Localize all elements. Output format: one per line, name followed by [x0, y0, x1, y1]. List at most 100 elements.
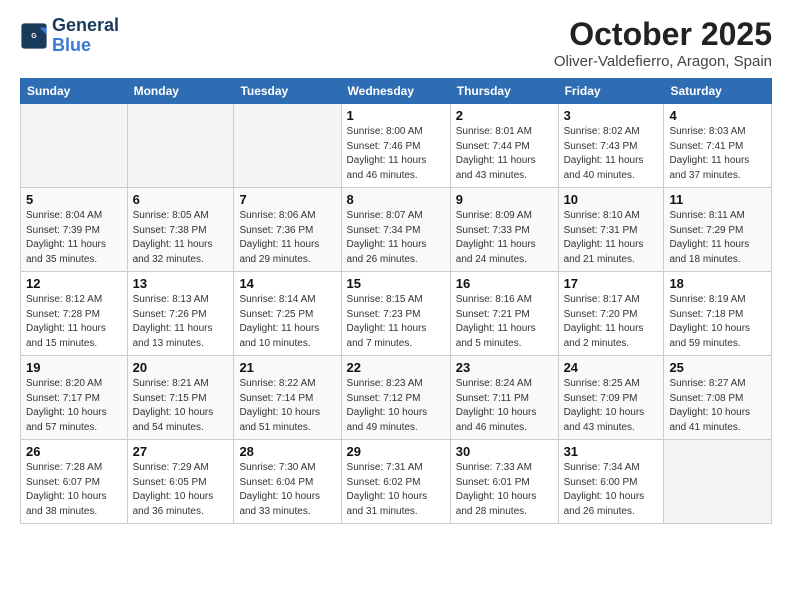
day-number: 21 [239, 360, 335, 375]
calendar-week-row: 19 Sunrise: 8:20 AM Sunset: 7:17 PM Dayli… [21, 356, 772, 440]
calendar-cell: 2 Sunrise: 8:01 AM Sunset: 7:44 PM Daylig… [450, 104, 558, 188]
day-info: Sunrise: 8:12 AM Sunset: 7:28 PM Dayligh… [26, 293, 122, 351]
day-number: 18 [669, 276, 766, 291]
day-info: Sunrise: 7:30 AM Sunset: 6:04 PM Dayligh… [239, 461, 335, 519]
day-number: 17 [564, 276, 659, 291]
day-number: 8 [347, 192, 445, 207]
weekday-header: Tuesday [234, 79, 341, 104]
day-info: Sunrise: 8:06 AM Sunset: 7:36 PM Dayligh… [239, 209, 335, 267]
weekday-header: Thursday [450, 79, 558, 104]
calendar-cell [127, 104, 234, 188]
day-info: Sunrise: 7:31 AM Sunset: 6:02 PM Dayligh… [347, 461, 445, 519]
day-info: Sunrise: 7:29 AM Sunset: 6:05 PM Dayligh… [133, 461, 229, 519]
day-number: 12 [26, 276, 122, 291]
weekday-header: Monday [127, 79, 234, 104]
calendar-cell: 18Sunrise: 8:19 AM Sunset: 7:18 PM Dayli… [664, 272, 772, 356]
weekday-header: Saturday [664, 79, 772, 104]
day-info: Sunrise: 8:16 AM Sunset: 7:21 PM Dayligh… [456, 293, 553, 351]
calendar-cell: 21 Sunrise: 8:22 AM Sunset: 7:14 PM Dayli… [234, 356, 341, 440]
day-info: Sunrise: 8:00 AM Sunset: 7:46 PM Dayligh… [347, 125, 445, 183]
weekday-header: Friday [558, 79, 664, 104]
day-number: 26 [26, 444, 122, 459]
day-info: Sunrise: 8:13 AM Sunset: 7:26 PM Dayligh… [133, 293, 229, 351]
day-info: Sunrise: 8:17 AM Sunset: 7:20 PM Dayligh… [564, 293, 659, 351]
day-info: Sunrise: 8:01 AM Sunset: 7:44 PM Dayligh… [456, 125, 553, 183]
day-number: 1 [347, 108, 445, 123]
day-info: Sunrise: 8:05 AM Sunset: 7:38 PM Dayligh… [133, 209, 229, 267]
day-number: 6 [133, 192, 229, 207]
calendar-cell: 4 Sunrise: 8:03 AM Sunset: 7:41 PM Daylig… [664, 104, 772, 188]
calendar-cell: 12 Sunrise: 8:12 AM Sunset: 7:28 PM Dayli… [21, 272, 128, 356]
calendar-cell: 17 Sunrise: 8:17 AM Sunset: 7:20 PM Dayli… [558, 272, 664, 356]
day-number: 11 [669, 192, 766, 207]
calendar-week-row: 26 Sunrise: 7:28 AM Sunset: 6:07 PM Dayli… [21, 440, 772, 524]
day-number: 24 [564, 360, 659, 375]
calendar-cell: 9 Sunrise: 8:09 AM Sunset: 7:33 PM Daylig… [450, 188, 558, 272]
day-number: 13 [133, 276, 229, 291]
day-info: Sunrise: 7:28 AM Sunset: 6:07 PM Dayligh… [26, 461, 122, 519]
day-number: 19 [26, 360, 122, 375]
day-info: Sunrise: 8:09 AM Sunset: 7:33 PM Dayligh… [456, 209, 553, 267]
day-number: 3 [564, 108, 659, 123]
calendar-cell: 29 Sunrise: 7:31 AM Sunset: 6:02 PM Dayli… [341, 440, 450, 524]
day-info: Sunrise: 8:22 AM Sunset: 7:14 PM Dayligh… [239, 377, 335, 435]
day-info: Sunrise: 8:15 AM Sunset: 7:23 PM Dayligh… [347, 293, 445, 351]
calendar-cell: 30Sunrise: 7:33 AM Sunset: 6:01 PM Dayli… [450, 440, 558, 524]
day-number: 4 [669, 108, 766, 123]
calendar-cell: 5 Sunrise: 8:04 AM Sunset: 7:39 PM Daylig… [21, 188, 128, 272]
calendar-week-row: 5 Sunrise: 8:04 AM Sunset: 7:39 PM Daylig… [21, 188, 772, 272]
day-info: Sunrise: 7:34 AM Sunset: 6:00 PM Dayligh… [564, 461, 659, 519]
day-info: Sunrise: 8:24 AM Sunset: 7:11 PM Dayligh… [456, 377, 553, 435]
logo-icon: G [20, 22, 48, 50]
main-container: G General Blue October 2025 Oliver-Valde… [0, 0, 792, 534]
day-number: 28 [239, 444, 335, 459]
day-number: 20 [133, 360, 229, 375]
calendar-week-row: 12 Sunrise: 8:12 AM Sunset: 7:28 PM Dayli… [21, 272, 772, 356]
calendar-cell: 16Sunrise: 8:16 AM Sunset: 7:21 PM Dayli… [450, 272, 558, 356]
calendar-cell: 25 Sunrise: 8:27 AM Sunset: 7:08 PM Dayli… [664, 356, 772, 440]
calendar-cell: 13 Sunrise: 8:13 AM Sunset: 7:26 PM Dayli… [127, 272, 234, 356]
day-info: Sunrise: 8:11 AM Sunset: 7:29 PM Dayligh… [669, 209, 766, 267]
calendar-cell: 23 Sunrise: 8:24 AM Sunset: 7:11 PM Dayli… [450, 356, 558, 440]
svg-text:G: G [31, 33, 37, 40]
calendar-cell [21, 104, 128, 188]
day-info: Sunrise: 8:07 AM Sunset: 7:34 PM Dayligh… [347, 209, 445, 267]
calendar-cell: 6 Sunrise: 8:05 AM Sunset: 7:38 PM Daylig… [127, 188, 234, 272]
day-number: 27 [133, 444, 229, 459]
day-info: Sunrise: 8:10 AM Sunset: 7:31 PM Dayligh… [564, 209, 659, 267]
day-info: Sunrise: 8:03 AM Sunset: 7:41 PM Dayligh… [669, 125, 766, 183]
day-number: 10 [564, 192, 659, 207]
day-info: Sunrise: 8:04 AM Sunset: 7:39 PM Dayligh… [26, 209, 122, 267]
day-info: Sunrise: 8:14 AM Sunset: 7:25 PM Dayligh… [239, 293, 335, 351]
day-number: 30 [456, 444, 553, 459]
calendar-week-row: 1 Sunrise: 8:00 AM Sunset: 7:46 PM Daylig… [21, 104, 772, 188]
calendar-cell [234, 104, 341, 188]
calendar-cell: 22Sunrise: 8:23 AM Sunset: 7:12 PM Dayli… [341, 356, 450, 440]
calendar-cell: 1 Sunrise: 8:00 AM Sunset: 7:46 PM Daylig… [341, 104, 450, 188]
month-title: October 2025 [554, 16, 772, 53]
calendar-cell: 24 Sunrise: 8:25 AM Sunset: 7:09 PM Dayli… [558, 356, 664, 440]
day-number: 9 [456, 192, 553, 207]
calendar-cell: 7 Sunrise: 8:06 AM Sunset: 7:36 PM Daylig… [234, 188, 341, 272]
calendar-table: SundayMondayTuesdayWednesdayThursdayFrid… [20, 78, 772, 524]
calendar-cell [664, 440, 772, 524]
day-number: 25 [669, 360, 766, 375]
day-number: 23 [456, 360, 553, 375]
calendar-cell: 14Sunrise: 8:14 AM Sunset: 7:25 PM Dayli… [234, 272, 341, 356]
logo: G General Blue [20, 16, 119, 56]
day-info: Sunrise: 8:20 AM Sunset: 7:17 PM Dayligh… [26, 377, 122, 435]
day-number: 29 [347, 444, 445, 459]
weekday-header: Sunday [21, 79, 128, 104]
day-info: Sunrise: 8:25 AM Sunset: 7:09 PM Dayligh… [564, 377, 659, 435]
calendar-cell: 28 Sunrise: 7:30 AM Sunset: 6:04 PM Dayli… [234, 440, 341, 524]
day-info: Sunrise: 8:27 AM Sunset: 7:08 PM Dayligh… [669, 377, 766, 435]
day-number: 7 [239, 192, 335, 207]
day-info: Sunrise: 8:23 AM Sunset: 7:12 PM Dayligh… [347, 377, 445, 435]
day-number: 2 [456, 108, 553, 123]
calendar-cell: 27 Sunrise: 7:29 AM Sunset: 6:05 PM Dayli… [127, 440, 234, 524]
day-number: 15 [347, 276, 445, 291]
calendar-cell: 8 Sunrise: 8:07 AM Sunset: 7:34 PM Daylig… [341, 188, 450, 272]
day-info: Sunrise: 8:21 AM Sunset: 7:15 PM Dayligh… [133, 377, 229, 435]
calendar-cell: 19 Sunrise: 8:20 AM Sunset: 7:17 PM Dayli… [21, 356, 128, 440]
day-number: 5 [26, 192, 122, 207]
